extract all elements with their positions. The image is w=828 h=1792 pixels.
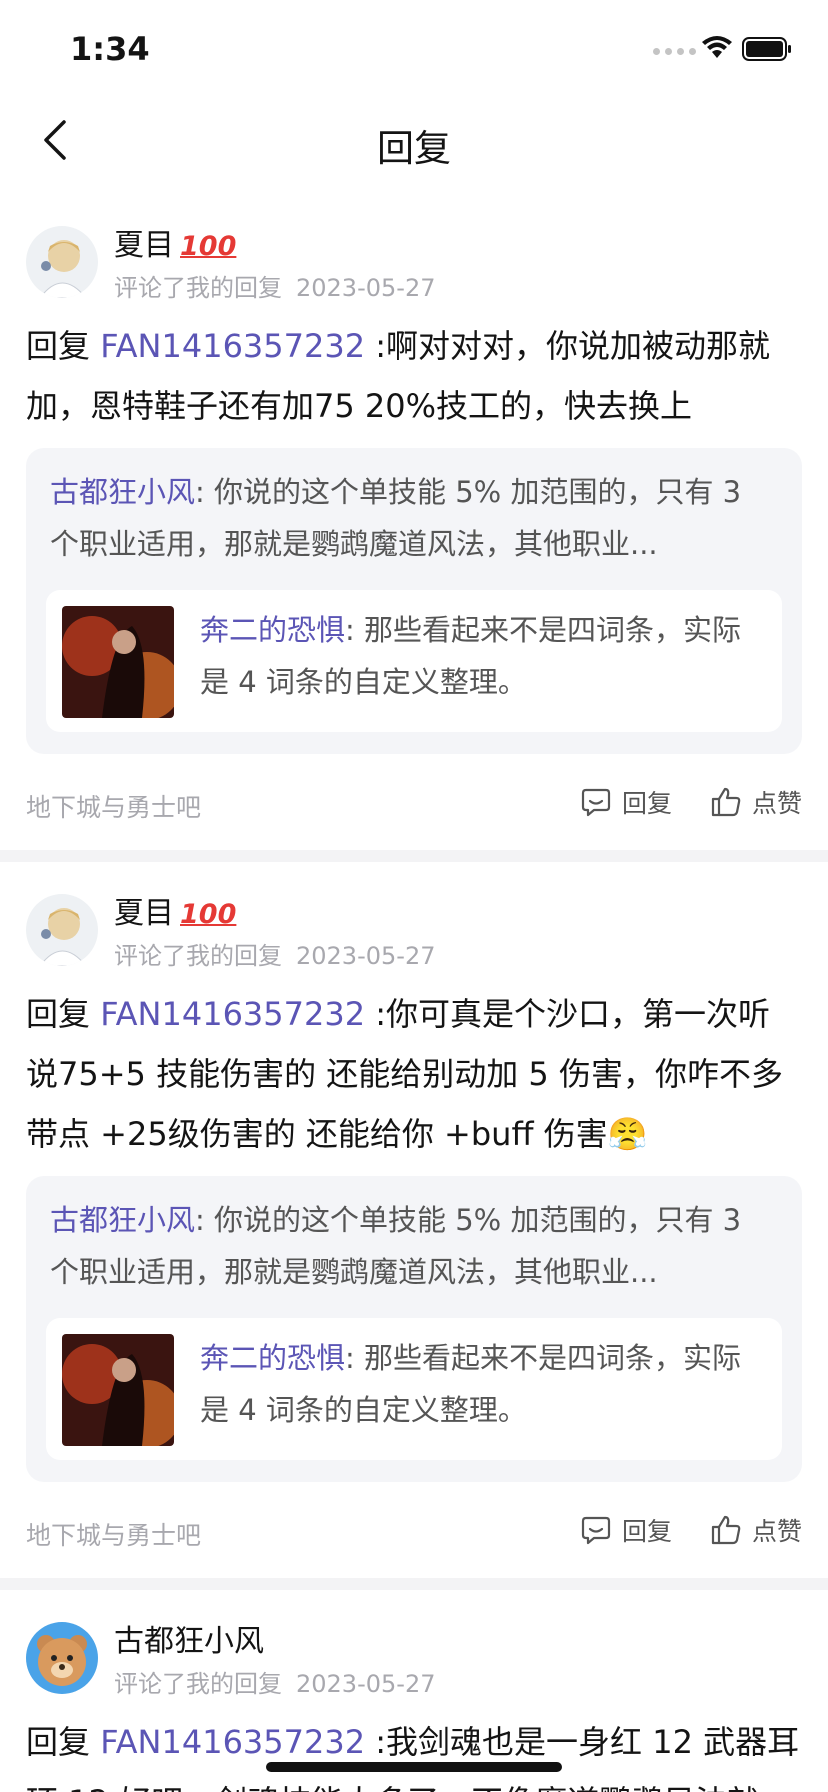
quoted-user-link[interactable]: 古都狂小风 [50, 475, 195, 509]
quoted-comment[interactable]: 古都狂小风: 你说的这个单技能 5% 加范围的，只有 3 个职业适用，那就是鹦鹉… [26, 448, 802, 754]
original-post[interactable]: 奔二的恐惧: 那些看起来不是四词条，实际是 4 词条的自定义整理。 [46, 1318, 782, 1460]
avatar[interactable] [26, 226, 98, 298]
comment-icon [581, 1516, 611, 1545]
original-post-text: 奔二的恐惧: 那些看起来不是四词条，实际是 4 词条的自定义整理。 [200, 1332, 752, 1436]
reply-button[interactable]: 回复 [580, 1512, 672, 1548]
reply-prefix: 回复 [26, 995, 101, 1033]
reply-meta: 评论了我的回复 2023-05-27 [114, 936, 435, 971]
status-bar: 1:34 [0, 0, 828, 100]
post-thumbnail[interactable] [62, 1334, 174, 1446]
home-indicator[interactable] [266, 1762, 562, 1772]
like-label: 点赞 [752, 789, 803, 818]
like-button[interactable]: 点赞 [710, 784, 802, 820]
reply-footer: 地下城与勇士吧 回复 点赞 [26, 1512, 802, 1552]
reply-date: 2023-05-27 [296, 942, 436, 970]
reply-date: 2023-05-27 [296, 274, 436, 302]
reply-text[interactable]: 回复 FAN1416357232 :啊对对对，你说加被动那就加，恩特鞋子还有加7… [26, 316, 802, 436]
reply-prefix: 回复 [26, 1723, 101, 1761]
post-thumbnail[interactable] [62, 606, 174, 718]
reply-footer: 地下城与勇士吧 回复 点赞 [26, 784, 802, 824]
cellular-signal-icon [653, 48, 696, 55]
reply-label: 回复 [622, 789, 673, 818]
like-button[interactable]: 点赞 [710, 1512, 802, 1548]
comment-icon [581, 788, 611, 817]
reply-to-link[interactable]: FAN1416357232 [100, 995, 365, 1033]
action-text: 评论了我的回复 [114, 1670, 282, 1698]
reply-to-link[interactable]: FAN1416357232 [100, 327, 365, 365]
thumbs-up-icon [711, 1515, 741, 1545]
navigation-bar: 回复 [0, 100, 828, 182]
avatar[interactable] [26, 1622, 98, 1694]
hundred-points-icon: 100 [180, 231, 237, 262]
avatar[interactable] [26, 894, 98, 966]
status-time: 1:34 [70, 30, 150, 68]
reply-meta: 评论了我的回复 2023-05-27 [114, 1664, 435, 1699]
quoted-comment-text: 古都狂小风: 你说的这个单技能 5% 加范围的，只有 3 个职业适用，那就是鹦鹉… [50, 1194, 778, 1298]
forum-name[interactable]: 地下城与勇士吧 [26, 788, 201, 824]
username[interactable]: 古都狂小风 [114, 1616, 264, 1660]
forum-name[interactable]: 地下城与勇士吧 [26, 1516, 201, 1552]
original-post-text: 奔二的恐惧: 那些看起来不是四词条，实际是 4 词条的自定义整理。 [200, 604, 752, 708]
reply-meta: 评论了我的回复 2023-05-27 [114, 268, 435, 303]
quoted-comment[interactable]: 古都狂小风: 你说的这个单技能 5% 加范围的，只有 3 个职业适用，那就是鹦鹉… [26, 1176, 802, 1482]
quoted-comment-text: 古都狂小风: 你说的这个单技能 5% 加范围的，只有 3 个职业适用，那就是鹦鹉… [50, 466, 778, 570]
reply-label: 回复 [622, 1517, 673, 1546]
reply-text[interactable]: 回复 FAN1416357232 :我剑魂也是一身红 12 武器耳环 12 好吧… [26, 1712, 802, 1792]
quoted-user-link[interactable]: 古都狂小风 [50, 1203, 195, 1237]
original-user-link[interactable]: 奔二的恐惧 [200, 1341, 345, 1375]
reply-to-link[interactable]: FAN1416357232 [100, 1723, 365, 1761]
hundred-points-icon: 100 [180, 899, 237, 930]
username[interactable]: 夏目 100 [114, 220, 236, 264]
username-text[interactable]: 夏目 [114, 228, 174, 263]
original-user-link[interactable]: 奔二的恐惧 [200, 613, 345, 647]
battery-icon [742, 37, 791, 61]
reply-text[interactable]: 回复 FAN1416357232 :你可真是个沙口，第一次听说75+5 技能伤害… [26, 984, 802, 1164]
card-divider [0, 1578, 828, 1590]
reply-button[interactable]: 回复 [580, 784, 672, 820]
like-label: 点赞 [752, 1517, 803, 1546]
original-post[interactable]: 奔二的恐惧: 那些看起来不是四词条，实际是 4 词条的自定义整理。 [46, 590, 782, 732]
reply-prefix: 回复 [26, 327, 101, 365]
page-title: 回复 [377, 127, 451, 170]
action-text: 评论了我的回复 [114, 274, 282, 302]
action-text: 评论了我的回复 [114, 942, 282, 970]
username-text[interactable]: 夏目 [114, 896, 174, 931]
reply-date: 2023-05-27 [296, 1670, 436, 1698]
card-divider [0, 850, 828, 862]
thumbs-up-icon [711, 787, 741, 817]
username[interactable]: 夏目 100 [114, 888, 236, 932]
wifi-icon [702, 36, 732, 58]
